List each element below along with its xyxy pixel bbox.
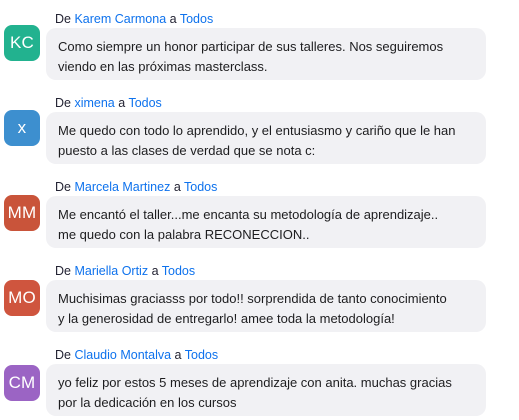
avatar: MM bbox=[4, 195, 40, 231]
message-bubble: Me encantó el taller...me encanta su met… bbox=[46, 196, 486, 248]
message-bubble: Como siempre un honor participar de sus … bbox=[46, 28, 486, 80]
chat-panel: KC De Karem Carmona a Todos Como siempre… bbox=[0, 0, 519, 420]
message-bubble: yo feliz por estos 5 meses de aprendizaj… bbox=[46, 364, 486, 416]
chat-message: MM De Marcela Martinez a Todos Me encant… bbox=[0, 168, 519, 252]
recipient-name[interactable]: Todos bbox=[180, 12, 213, 26]
to-label: a bbox=[169, 12, 177, 26]
sender-name[interactable]: Mariella Ortiz bbox=[74, 264, 148, 278]
message-line: por la dedicación en los cursos bbox=[58, 395, 237, 410]
chat-message: x De ximena a Todos Me quedo con todo lo… bbox=[0, 84, 519, 168]
message-line: Me encantó el taller...me encanta su met… bbox=[58, 207, 439, 222]
chat-message: MO De Mariella Ortiz a Todos Muchisimas … bbox=[0, 252, 519, 336]
message-line: Me quedo con todo lo aprendido, y el ent… bbox=[58, 123, 456, 138]
message-header: De Marcela Martinez a Todos bbox=[55, 180, 217, 194]
message-header: De Mariella Ortiz a Todos bbox=[55, 264, 195, 278]
message-line: Muchisimas graciasss por todo!! sorprend… bbox=[58, 291, 447, 306]
message-header: De ximena a Todos bbox=[55, 96, 162, 110]
sender-name[interactable]: ximena bbox=[74, 96, 114, 110]
to-label: a bbox=[118, 96, 126, 110]
to-label: a bbox=[174, 348, 182, 362]
avatar: MO bbox=[4, 280, 40, 316]
message-line: y la generosidad de entregarlo! amee tod… bbox=[58, 311, 395, 326]
recipient-name[interactable]: Todos bbox=[185, 348, 218, 362]
chat-message: CM De Claudio Montalva a Todos yo feliz … bbox=[0, 336, 519, 420]
avatar: CM bbox=[4, 365, 40, 401]
from-label: De bbox=[55, 96, 71, 110]
message-header: De Claudio Montalva a Todos bbox=[55, 348, 218, 362]
from-label: De bbox=[55, 264, 71, 278]
from-label: De bbox=[55, 12, 71, 26]
message-bubble: Muchisimas graciasss por todo!! sorprend… bbox=[46, 280, 486, 332]
to-label: a bbox=[151, 264, 159, 278]
sender-name[interactable]: Marcela Martinez bbox=[74, 180, 170, 194]
recipient-name[interactable]: Todos bbox=[128, 96, 161, 110]
avatar: KC bbox=[4, 25, 40, 61]
recipient-name[interactable]: Todos bbox=[184, 180, 217, 194]
from-label: De bbox=[55, 180, 71, 194]
message-header: De Karem Carmona a Todos bbox=[55, 12, 213, 26]
sender-name[interactable]: Claudio Montalva bbox=[74, 348, 171, 362]
message-line: puesto a las clases de verdad que se not… bbox=[58, 143, 316, 158]
message-line: Como siempre un honor participar de sus … bbox=[58, 39, 444, 54]
avatar: x bbox=[4, 110, 40, 146]
sender-name[interactable]: Karem Carmona bbox=[74, 12, 166, 26]
from-label: De bbox=[55, 348, 71, 362]
to-label: a bbox=[173, 180, 181, 194]
message-line: yo feliz por estos 5 meses de aprendizaj… bbox=[58, 375, 452, 390]
chat-message: KC De Karem Carmona a Todos Como siempre… bbox=[0, 0, 519, 84]
message-line: me quedo con la palabra RECONECCION.. bbox=[58, 227, 310, 242]
recipient-name[interactable]: Todos bbox=[162, 264, 195, 278]
message-line: viendo en las próximas masterclass. bbox=[58, 59, 268, 74]
message-bubble: Me quedo con todo lo aprendido, y el ent… bbox=[46, 112, 486, 164]
